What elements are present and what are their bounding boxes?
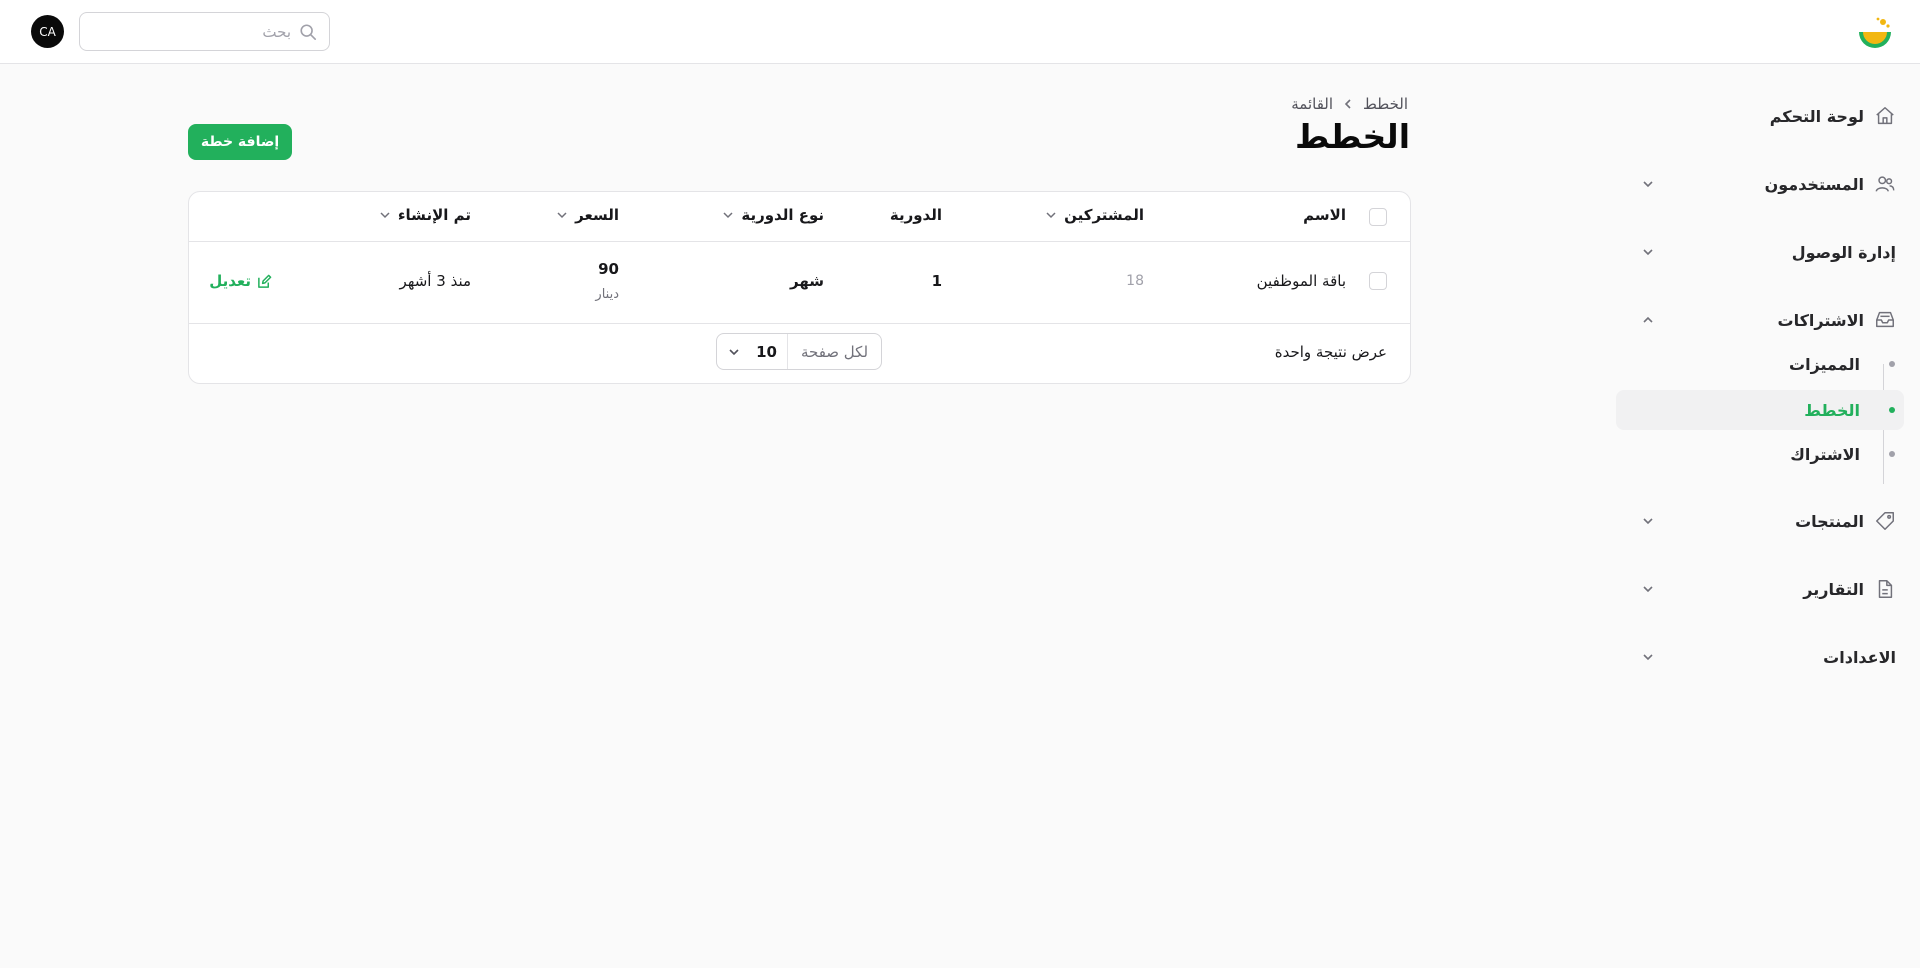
breadcrumb-current: القائمة <box>1291 95 1334 113</box>
bullet-dot <box>1889 407 1895 413</box>
column-header-label: الدورية <box>889 206 942 224</box>
column-header-label: السعر <box>575 206 619 224</box>
cell-period: 1 <box>931 272 942 290</box>
chevron-down-icon[interactable] <box>1640 244 1656 260</box>
sidebar-item-label: التقارير <box>1803 579 1864 599</box>
cell-created: منذ 3 أشهر <box>399 272 471 290</box>
row-divider <box>189 323 1410 324</box>
column-header-label: تم الإنشاء <box>397 206 471 224</box>
cell-period-type: شهر <box>790 272 824 290</box>
column-header-period: الدورية <box>890 206 942 224</box>
sort-chevron-icon <box>380 212 390 219</box>
sidebar-subitem-label: المميزات <box>1789 354 1860 374</box>
column-header-subscribers[interactable]: المشتركين <box>1044 206 1144 224</box>
chevron-down-icon[interactable] <box>1640 176 1656 192</box>
row-checkbox[interactable] <box>1369 272 1387 290</box>
row-divider <box>189 241 1410 242</box>
search-box[interactable] <box>79 12 330 51</box>
column-header-label: المشتركين <box>1064 206 1144 224</box>
sidebar-subitem-label: الاشتراك <box>1790 444 1860 464</box>
sidebar-subitem-subscription[interactable]: الاشتراك <box>1616 434 1904 474</box>
chevron-left-icon <box>1344 99 1351 109</box>
breadcrumb-parent[interactable]: الخطط <box>1363 95 1408 113</box>
per-page-selector[interactable]: لكل صفحة 10 <box>716 333 882 370</box>
sidebar-item-access[interactable]: إدارة الوصول <box>1630 232 1906 272</box>
sidebar-item-products[interactable]: المنتجات <box>1630 501 1906 541</box>
sidebar-item-label: الاعدادات <box>1823 647 1896 667</box>
plans-table: الاسم المشتركين الدورية نوع الدورية السع… <box>188 191 1411 384</box>
search-input[interactable] <box>92 22 291 41</box>
column-header-period-type[interactable]: نوع الدورية <box>721 206 824 224</box>
add-plan-button[interactable]: إضافة خطة <box>188 124 292 160</box>
sidebar-item-label: المنتجات <box>1795 511 1864 531</box>
sidebar-item-reports[interactable]: التقارير <box>1630 569 1906 609</box>
tag-icon <box>1876 512 1894 530</box>
chevron-down-icon <box>729 348 739 355</box>
sidebar-subitem-label: الخطط <box>1804 400 1860 420</box>
edit-link[interactable]: تعديل <box>209 272 272 290</box>
sidebar-item-users[interactable]: المستخدمون <box>1630 164 1906 204</box>
sidebar-item-label: المستخدمون <box>1764 174 1864 194</box>
select-all-checkbox[interactable] <box>1369 208 1387 226</box>
cell-price: 90 <box>598 260 619 278</box>
home-icon <box>1876 107 1894 125</box>
bullet-dot <box>1889 451 1895 457</box>
users-icon <box>1875 176 1895 192</box>
sort-chevron-icon <box>1046 212 1056 219</box>
page-title: الخطط <box>1295 117 1410 156</box>
top-bar: CA <box>0 0 1920 64</box>
column-header-price[interactable]: السعر <box>555 206 619 224</box>
inbox-icon <box>1876 311 1894 328</box>
chevron-down-icon[interactable] <box>1640 581 1656 597</box>
cell-subscribers: 18 <box>1126 273 1144 289</box>
per-page-value: 10 <box>756 342 777 361</box>
edit-label: تعديل <box>209 272 251 290</box>
sidebar-subitem-plans[interactable]: الخطط <box>1616 390 1904 430</box>
sidebar-item-label: لوحة التحكم <box>1769 106 1864 126</box>
per-page-select[interactable]: 10 <box>717 334 787 369</box>
sidebar-subitem-features[interactable]: المميزات <box>1616 344 1904 384</box>
results-count: عرض نتيجة واحدة <box>1274 343 1387 361</box>
sidebar: لوحة التحكم المستخدمون إدارة الوصول الاش… <box>1616 64 1920 968</box>
column-header-created[interactable]: تم الإنشاء <box>378 206 471 224</box>
bullet-dot <box>1889 361 1895 367</box>
sidebar-item-label: الاشتراكات <box>1777 310 1865 330</box>
sidebar-item-label: إدارة الوصول <box>1791 242 1896 262</box>
chevron-up-icon[interactable] <box>1640 312 1656 328</box>
logo-icon[interactable] <box>1854 12 1896 54</box>
breadcrumb: الخطط القائمة <box>1291 95 1408 113</box>
sort-chevron-icon <box>557 212 567 219</box>
sort-chevron-icon <box>723 212 733 219</box>
sidebar-item-dashboard[interactable]: لوحة التحكم <box>1630 96 1906 136</box>
cell-currency: دينار <box>595 287 619 302</box>
column-header-name[interactable]: الاسم <box>1303 206 1346 224</box>
cell-name: باقة الموظفين <box>1256 272 1346 290</box>
column-header-label: نوع الدورية <box>741 206 824 224</box>
sidebar-item-subscriptions[interactable]: الاشتراكات <box>1630 300 1906 340</box>
edit-icon <box>258 274 272 288</box>
document-icon <box>1878 580 1893 598</box>
avatar[interactable]: CA <box>31 15 64 48</box>
column-header-label: الاسم <box>1303 206 1346 224</box>
chevron-down-icon[interactable] <box>1640 649 1656 665</box>
sidebar-item-settings[interactable]: الاعدادات <box>1630 637 1906 677</box>
search-icon <box>300 23 317 40</box>
per-page-label: لكل صفحة <box>787 334 881 369</box>
chevron-down-icon[interactable] <box>1640 513 1656 529</box>
